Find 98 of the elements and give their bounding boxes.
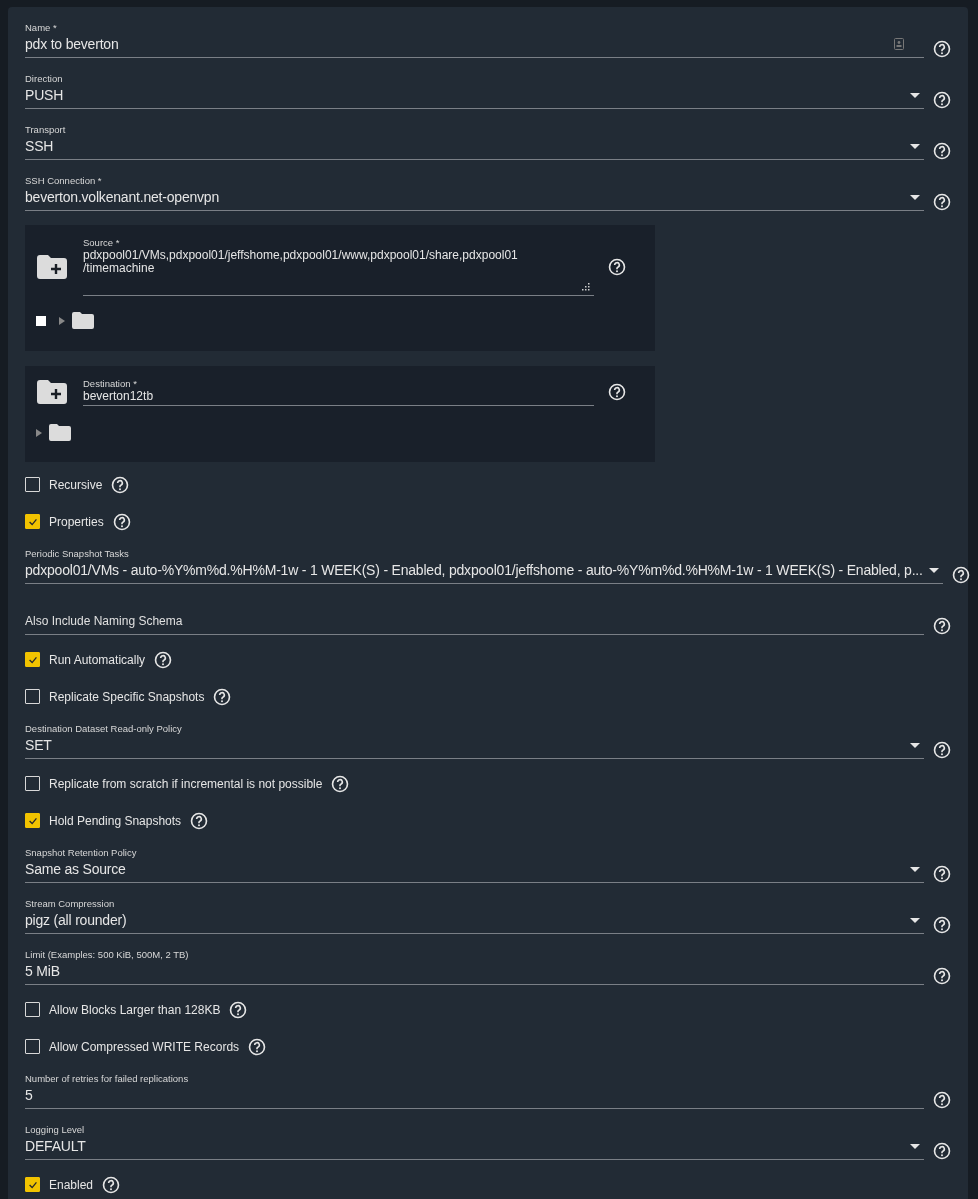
field-label: Name *: [25, 22, 57, 34]
help-icon[interactable]: [933, 1091, 951, 1109]
input-field[interactable]: Source * pdxpool01/VMs,pdxpool01/jeffshome,pdxpool01/www,pdxpool01/share,pdxpool01 /timemachine: [83, 237, 594, 296]
help-icon[interactable]: [933, 91, 951, 109]
caret-icon: [910, 917, 920, 923]
checkbox-label: Properties: [49, 514, 104, 529]
checkbox[interactable]: [25, 652, 40, 667]
expand-arrow-icon[interactable]: [36, 428, 42, 437]
help-icon[interactable]: [933, 193, 951, 211]
field-label: Destination *: [83, 378, 137, 390]
select-field[interactable]: Destination Dataset Read-only Policy SET: [25, 723, 924, 759]
help-icon[interactable]: [331, 774, 350, 793]
checkbox[interactable]: [25, 813, 40, 828]
folder-icon[interactable]: [72, 312, 94, 329]
field-value: pdxpool01/VMs,pdxpool01/jeffshome,pdxpool01/www,pdxpool01/share,pdxpool01 /timemachine: [83, 249, 519, 275]
help-icon[interactable]: [154, 650, 173, 669]
checkbox[interactable]: [25, 477, 40, 492]
input-field[interactable]: Destination * beverton12tb: [83, 378, 594, 406]
field-label: Limit (Examples: 500 KiB, 500M, 2 TB): [25, 949, 189, 961]
folder-plus-icon[interactable]: [36, 379, 68, 405]
help-icon[interactable]: [608, 257, 626, 276]
select-field[interactable]: Logging Level DEFAULT: [25, 1124, 924, 1160]
field-label: Stream Compression: [25, 898, 115, 910]
select-field[interactable]: Snapshot Retention Policy Same as Source: [25, 847, 924, 883]
field-value: beverton12tb: [83, 390, 155, 403]
help-icon[interactable]: [229, 1000, 248, 1019]
caret-icon: [910, 194, 920, 200]
help-icon[interactable]: [933, 741, 951, 759]
help-icon[interactable]: [933, 142, 951, 160]
checkbox[interactable]: [25, 689, 40, 704]
folder-icon[interactable]: [49, 424, 71, 441]
help-icon[interactable]: [248, 1037, 267, 1056]
checkbox[interactable]: [25, 514, 40, 529]
select-field[interactable]: Stream Compression pigz (all rounder): [25, 898, 924, 934]
field-label: Direction: [25, 73, 63, 85]
field-placeholder: Also Include Naming Schema: [25, 614, 184, 628]
select-field[interactable]: Direction PUSH: [25, 73, 924, 109]
field-label: Destination Dataset Read-only Policy: [25, 723, 182, 735]
field-label: Number of retries for failed replications: [25, 1073, 189, 1085]
help-icon[interactable]: [213, 687, 232, 706]
checkbox-label: Replicate Specific Snapshots: [49, 689, 205, 704]
checkbox[interactable]: [25, 776, 40, 791]
help-icon[interactable]: [933, 916, 951, 934]
help-icon[interactable]: [933, 967, 951, 985]
caret-icon: [910, 1143, 920, 1149]
help-icon[interactable]: [933, 1142, 951, 1160]
help-icon[interactable]: [933, 617, 951, 635]
field-label: Transport: [25, 124, 66, 136]
checkbox[interactable]: [25, 1039, 40, 1054]
caret-icon: [910, 143, 920, 149]
field-label: Logging Level: [25, 1124, 85, 1136]
expand-arrow-icon[interactable]: [59, 316, 65, 325]
select-field[interactable]: Transport SSH: [25, 124, 924, 160]
field-value: beverton.volkenant.net-openvpn: [25, 189, 221, 205]
field-value: pigz (all rounder): [25, 912, 128, 928]
help-icon[interactable]: [933, 865, 951, 883]
input-field[interactable]: Limit (Examples: 500 KiB, 500M, 2 TB) 5 MiB: [25, 949, 924, 985]
checkbox-label: Enabled: [49, 1177, 94, 1192]
field-value: PUSH: [25, 87, 65, 103]
help-icon[interactable]: [951, 566, 970, 584]
field-label: Periodic Snapshot Tasks: [25, 548, 129, 560]
caret-icon: [910, 866, 920, 872]
field-value: SSH: [25, 138, 55, 154]
select-field[interactable]: SSH Connection * beverton.volkenant.net-openvpn: [25, 175, 924, 211]
input-field[interactable]: Also Include Naming Schema: [25, 611, 924, 635]
caret-icon: [910, 742, 920, 748]
help-icon[interactable]: [933, 40, 951, 58]
tree-checkbox[interactable]: [36, 315, 46, 326]
checkbox-label: Replicate from scratch if incremental is not possible: [49, 776, 323, 791]
caret-icon: [910, 92, 920, 98]
field-value: DEFAULT: [25, 1138, 87, 1154]
checkbox-label: Run Automatically: [49, 652, 146, 667]
help-icon[interactable]: [102, 1175, 121, 1194]
field-value: pdx to beverton: [25, 36, 120, 52]
checkbox[interactable]: [25, 1002, 40, 1017]
help-icon[interactable]: [190, 811, 209, 830]
resize-grip-icon[interactable]: [582, 283, 590, 291]
input-field[interactable]: Name * pdx to beverton: [25, 22, 924, 58]
field-value: pdxpool01/VMs - auto-%Y%m%d.%H%M-1w - 1 WEEK(S) - Enabled, pdxpool01/jeffshome - auto-%Y%m%d.%H%M-1w - 1 WEEK(S) - Enabled, p...: [25, 562, 923, 578]
field-label: SSH Connection *: [25, 175, 102, 187]
checkbox-label: Hold Pending Snapshots: [49, 813, 182, 828]
checkbox-label: Recursive: [49, 477, 103, 492]
field-label: Snapshot Retention Policy: [25, 847, 137, 859]
help-icon[interactable]: [111, 475, 130, 494]
input-field[interactable]: Number of retries for failed replications 5: [25, 1073, 924, 1109]
checkbox-label: Allow Compressed WRITE Records: [49, 1039, 240, 1054]
folder-plus-icon[interactable]: [36, 253, 68, 280]
field-label: Source *: [83, 237, 120, 249]
field-value: 5 MiB: [25, 963, 61, 979]
checkbox[interactable]: [25, 1177, 40, 1192]
field-value: 5: [25, 1087, 34, 1103]
help-icon[interactable]: [608, 383, 626, 401]
caret-icon: [928, 567, 939, 573]
checkbox-label: Allow Blocks Larger than 128KB: [49, 1002, 221, 1017]
help-icon[interactable]: [112, 512, 131, 531]
select-field[interactable]: Periodic Snapshot Tasks pdxpool01/VMs - auto-%Y%m%d.%H%M-1w - 1 WEEK(S) - Enabled, pdxpool01/jeffshome - auto-%Y%m%d.%H%M-1w - 1 WEEK(S) - Enabled, p...: [25, 548, 943, 584]
field-value: Same as Source: [25, 861, 127, 877]
field-value: SET: [25, 737, 53, 753]
